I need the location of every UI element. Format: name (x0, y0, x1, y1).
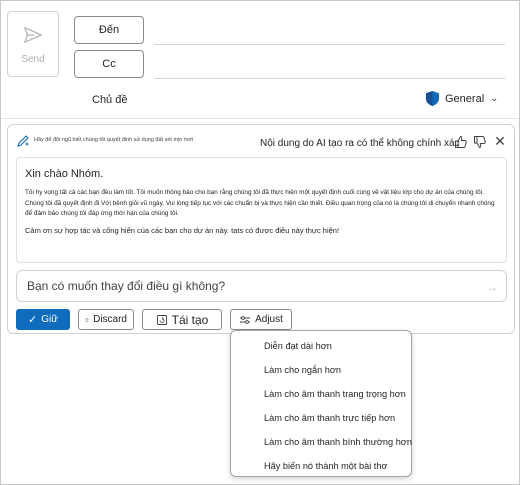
menu-item-longer[interactable]: Diễn đạt dài hơn (231, 334, 411, 358)
draft-paragraph: Tôi hy vọng tất cả các bạn đều làm tốt. … (25, 189, 495, 217)
menu-item-shorter[interactable]: Làm cho ngắn hơn (231, 358, 411, 382)
sensitivity-dropdown[interactable]: General ⌄ (425, 90, 499, 107)
menu-item-direct[interactable]: Làm cho âm thanh trực tiếp hơn (231, 406, 411, 430)
send-button[interactable]: Send (7, 11, 59, 77)
keep-button[interactable]: ✓ Giữ (16, 309, 70, 330)
thumbs-up-icon[interactable] (454, 135, 468, 149)
subject-field[interactable]: Chủ đề (92, 94, 127, 106)
send-label: Send (21, 53, 45, 65)
sensitivity-label: General (445, 92, 485, 105)
menu-item-casual[interactable]: Làm cho âm thanh bình thường hơn (231, 430, 412, 454)
regenerate-icon (156, 314, 167, 325)
menu-item-poem[interactable]: Hãy biến nó thành một bài thơ (231, 454, 411, 478)
check-icon: ✓ (28, 314, 38, 326)
cc-button[interactable]: Cc (74, 50, 144, 78)
generated-draft[interactable]: Xin chào Nhóm. Tôi hy vọng tất cả các bạ… (16, 157, 507, 263)
shield-icon (425, 91, 440, 106)
menu-item-formal[interactable]: Làm cho âm thanh trang trọng hơn (231, 382, 411, 406)
send-icon (24, 26, 42, 43)
thumbs-down-icon[interactable] (473, 135, 487, 149)
pen-sparkle-icon (17, 135, 29, 147)
prompt-placeholder: Bạn có muốn thay đổi điều gì không? (27, 279, 226, 293)
copilot-actions: ✓ Giữ Discard Tái tạo Adjust (16, 309, 300, 331)
draft-closing: Cảm ơn sự hợp tác và cống hiến của các b… (25, 225, 340, 235)
adjust-button[interactable]: Adjust (230, 309, 292, 330)
keep-label: Giữ (41, 314, 58, 325)
regenerate-button[interactable]: Tái tạo (142, 309, 222, 330)
copilot-prompt-summary: Hãy để đội ngũ biết chúng tôi quyết định… (34, 137, 194, 143)
copilot-panel: Hãy để đội ngũ biết chúng tôi quyết định… (7, 124, 515, 334)
chevron-down-icon: ⌄ (490, 93, 499, 104)
discard-label: Discard (93, 314, 127, 325)
close-icon[interactable]: ✕ (492, 133, 508, 149)
compose-window: Send Đến Cc Chủ đề General ⌄ Hãy để đội … (0, 0, 520, 485)
to-field[interactable] (154, 44, 505, 45)
to-button[interactable]: Đến (74, 16, 144, 44)
draft-greeting: Xin chào Nhóm. (25, 168, 104, 180)
adjust-label: Adjust (255, 314, 283, 325)
copilot-header: Hãy để đội ngũ biết chúng tôi quyết định… (8, 125, 514, 155)
ai-disclaimer: Nội dung do AI tạo ra có thể không chính… (260, 138, 460, 149)
sliders-icon (240, 315, 251, 324)
arrow-right-icon[interactable]: → (486, 280, 498, 294)
regenerate-label: Tái tạo (171, 312, 209, 327)
copilot-prompt-input[interactable]: Bạn có muốn thay đổi điều gì không? → (16, 270, 507, 302)
cc-field[interactable] (154, 78, 505, 79)
adjust-menu: Diễn đạt dài hơn Làm cho ngắn hơn Làm ch… (230, 330, 412, 477)
discard-button[interactable]: Discard (78, 309, 134, 330)
header-divider (1, 118, 519, 119)
trash-icon (85, 317, 89, 322)
